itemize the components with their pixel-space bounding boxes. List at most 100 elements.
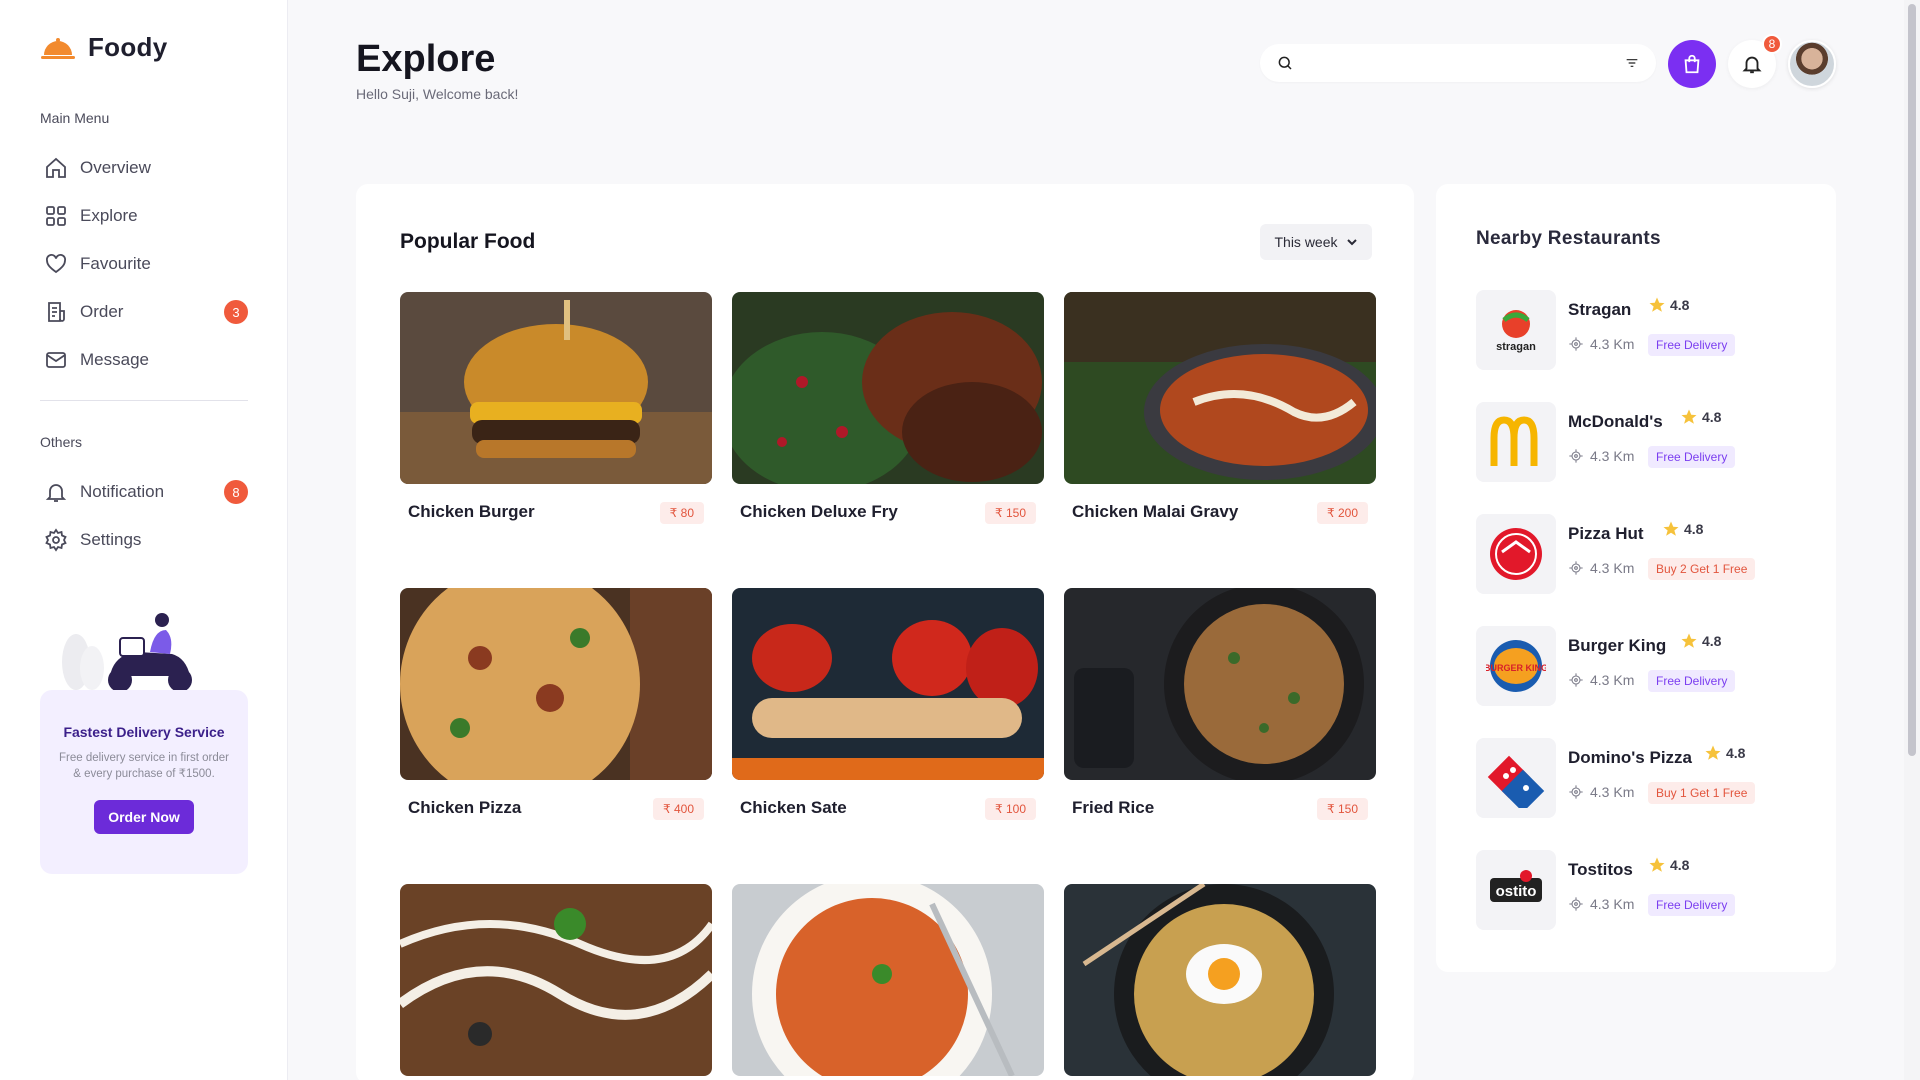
fried-rice-photo xyxy=(1064,588,1376,780)
restaurant-distance: 4.3 Km xyxy=(1568,896,1634,912)
rating-value: 4.8 xyxy=(1670,857,1690,873)
distance-value: 4.3 Km xyxy=(1590,560,1635,576)
food-price: ₹ 100 xyxy=(985,798,1036,820)
sidebar-item-explore[interactable]: Explore xyxy=(40,192,248,240)
pizza-photo xyxy=(400,588,712,780)
mail-icon xyxy=(46,352,66,368)
sidebar-item-label: Explore xyxy=(80,206,138,225)
restaurant-logo xyxy=(1476,514,1556,594)
sidebar-item-order[interactable]: Order 3 xyxy=(40,288,248,336)
app-logo[interactable]: Foody xyxy=(40,32,168,63)
delivery-tag: Free Delivery xyxy=(1648,334,1736,356)
distance-value: 4.3 Km xyxy=(1590,896,1635,912)
bell-icon xyxy=(1742,56,1762,74)
restaurant-distance: 4.3 Km xyxy=(1568,784,1634,800)
food-image xyxy=(400,292,712,484)
sidebar-item-message[interactable]: Message xyxy=(40,336,248,384)
sidebar-item-notification[interactable]: Notification 8 xyxy=(40,468,248,516)
rating-value: 4.8 xyxy=(1702,633,1722,649)
nearby-restaurants-title: Nearby Restaurants xyxy=(1476,228,1661,249)
rating-value: 4.8 xyxy=(1726,745,1746,761)
food-price: ₹ 80 xyxy=(659,502,704,524)
restaurant-name: Pizza Hut xyxy=(1568,524,1644,543)
food-image xyxy=(732,292,1044,484)
food-card-pasta[interactable] xyxy=(732,884,1044,1076)
food-name: Fried Rice xyxy=(1072,798,1155,817)
food-image xyxy=(732,588,1044,780)
sate-photo xyxy=(732,588,1044,780)
sidebar-divider xyxy=(40,400,248,401)
food-name: Chicken Malai Gravy xyxy=(1072,502,1239,521)
cart-button[interactable] xyxy=(1668,40,1716,88)
sidebar: Foody Main Menu Overview Explore Favouri… xyxy=(0,0,288,1080)
pizza-hut-logo-icon xyxy=(1490,528,1542,580)
sidebar-item-overview[interactable]: Overview xyxy=(40,144,248,192)
food-card-chicken-burger[interactable]: Chicken Burger ₹ 80 xyxy=(400,292,712,524)
food-card-nachos[interactable] xyxy=(400,884,712,1076)
receipt-icon xyxy=(48,302,65,322)
restaurant-item[interactable]: Pizza Hut 4.8 4.3 Km Buy 2 Get 1 Free xyxy=(1476,514,1816,594)
bell-icon xyxy=(45,484,67,502)
search-input[interactable] xyxy=(1306,55,1612,71)
period-dropdown-value: This week xyxy=(1274,234,1338,250)
burger-photo xyxy=(400,292,712,484)
star-icon xyxy=(1649,857,1665,872)
food-card-chicken-sate[interactable]: Chicken Sate ₹ 100 xyxy=(732,588,1044,820)
food-card-chicken-pizza[interactable]: Chicken Pizza ₹ 400 xyxy=(400,588,712,820)
restaurant-item[interactable]: McDonald's 4.8 4.3 Km Free Delivery xyxy=(1476,402,1816,482)
sidebar-item-label: Settings xyxy=(80,530,142,549)
sidebar-item-label: Favourite xyxy=(80,254,151,273)
sidebar-item-favourite[interactable]: Favourite xyxy=(40,240,248,288)
food-card-chicken-malai-gravy[interactable]: Chicken Malai Gravy ₹ 200 xyxy=(1064,292,1376,524)
restaurant-item[interactable]: stragan Stragan 4.8 4.3 Km Free Delivery xyxy=(1476,290,1816,370)
restaurant-rating: 4.8 xyxy=(1648,856,1689,874)
restaurant-name: Domino's Pizza xyxy=(1568,748,1693,767)
search-bar xyxy=(1260,44,1656,82)
restaurant-item[interactable]: ostito Tostitos 4.8 4.3 Km Free Delivery xyxy=(1476,850,1816,930)
page-scrollbar[interactable] xyxy=(1904,0,1920,1080)
restaurant-name: McDonald's xyxy=(1568,412,1663,431)
distance-value: 4.3 Km xyxy=(1590,448,1635,464)
food-card-fried-rice[interactable]: Fried Rice ₹ 150 xyxy=(1064,588,1376,820)
restaurant-name: Burger King xyxy=(1568,636,1667,655)
restaurant-logo: ostito xyxy=(1476,850,1556,930)
restaurant-item[interactable]: BURGER KING Burger King 4.8 4.3 Km Free … xyxy=(1476,626,1816,706)
filter-icon[interactable] xyxy=(1624,55,1640,71)
restaurant-logo xyxy=(1476,402,1556,482)
stragan-logo-text: stragan xyxy=(1496,341,1536,353)
order-now-button[interactable]: Order Now xyxy=(94,800,194,834)
sidebar-item-settings[interactable]: Settings xyxy=(40,516,248,564)
promo-card: Fastest Delivery Service Free delivery s… xyxy=(40,690,248,874)
restaurant-rating: 4.8 xyxy=(1662,520,1703,538)
user-avatar[interactable] xyxy=(1788,40,1836,88)
location-target-icon xyxy=(1569,449,1583,463)
food-image xyxy=(1064,588,1376,780)
order-count-badge: 3 xyxy=(224,300,248,324)
restaurant-rating: 4.8 xyxy=(1648,296,1689,314)
search-icon[interactable] xyxy=(1276,54,1294,72)
scrollbar-thumb[interactable] xyxy=(1908,4,1916,756)
food-card-noodles[interactable] xyxy=(1064,884,1376,1076)
nearby-restaurants-panel: Nearby Restaurants stragan Stragan 4.8 4… xyxy=(1436,184,1836,972)
burger-king-logo-icon: BURGER KING xyxy=(1486,640,1546,692)
distance-value: 4.3 Km xyxy=(1590,336,1635,352)
restaurant-logo: BURGER KING xyxy=(1476,626,1556,706)
food-name: Chicken Sate xyxy=(740,798,847,817)
others-menu: Notification 8 Settings xyxy=(40,468,248,564)
sidebar-item-label: Overview xyxy=(80,158,151,177)
popular-food-panel: Popular Food This week Chicken Burger ₹ … xyxy=(356,184,1414,1080)
food-name: Chicken Pizza xyxy=(408,798,522,817)
burger-king-logo-text: BURGER KING xyxy=(1486,663,1546,673)
restaurant-rating: 4.8 xyxy=(1704,744,1745,762)
stragan-logo-icon: stragan xyxy=(1496,310,1536,353)
period-dropdown[interactable]: This week xyxy=(1260,224,1372,260)
chevron-down-icon xyxy=(1346,239,1357,246)
home-icon xyxy=(46,157,66,178)
food-card-chicken-deluxe-fry[interactable]: Chicken Deluxe Fry ₹ 150 xyxy=(732,292,1044,524)
sidebar-item-label: Notification xyxy=(80,482,165,501)
delivery-tag: Free Delivery xyxy=(1648,670,1736,692)
gear-icon xyxy=(45,528,67,552)
location-target-icon xyxy=(1569,561,1583,575)
restaurant-item[interactable]: Domino's Pizza 4.8 4.3 Km Buy 1 Get 1 Fr… xyxy=(1476,738,1816,818)
distance-value: 4.3 Km xyxy=(1590,784,1635,800)
